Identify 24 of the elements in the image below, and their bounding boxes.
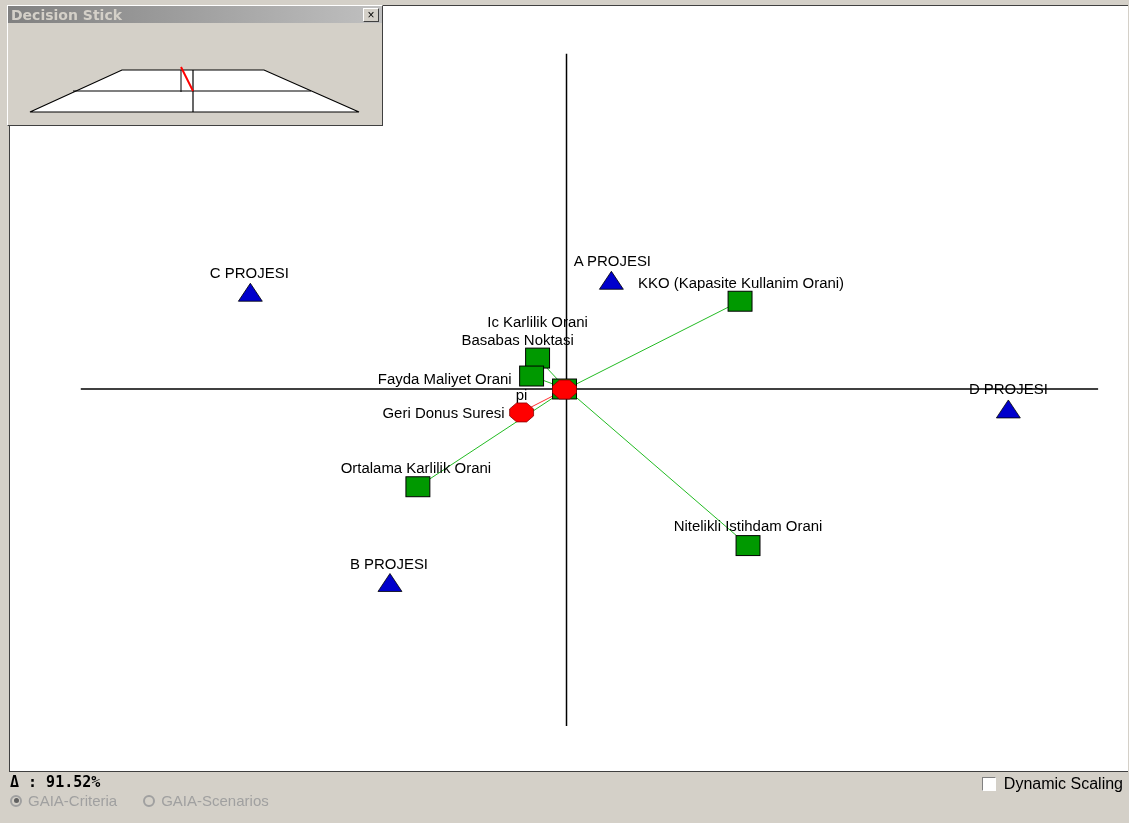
close-button[interactable]: × bbox=[363, 7, 379, 22]
dynamic-scaling-checkbox[interactable]: Dynamic Scaling bbox=[981, 775, 1123, 793]
criterion-square-icon bbox=[727, 290, 753, 312]
scenario-label: A PROJESI bbox=[573, 252, 652, 270]
delta-value: Δ : 91.52% bbox=[10, 773, 102, 791]
scenario-label: C PROJESI bbox=[209, 264, 289, 282]
scenario-triangle-icon bbox=[377, 573, 403, 592]
window-title: Decision Stick bbox=[11, 6, 122, 23]
criterion-label: Ortalama Karlilik Orani bbox=[340, 458, 492, 476]
criterion-label: Nitelikli Istihdam Orani bbox=[673, 516, 823, 534]
criterion-square-icon bbox=[735, 535, 761, 557]
criterion-label: Fayda Maliyet Orani bbox=[377, 370, 512, 387]
origin-marker-icon bbox=[552, 378, 577, 400]
scenario-label: B PROJESI bbox=[349, 554, 429, 572]
criterion-square-icon bbox=[519, 365, 545, 387]
criterion-label: KKO (Kapasite Kullanim Orani) bbox=[638, 274, 845, 292]
checkbox-icon[interactable] bbox=[981, 777, 996, 791]
scenario-triangle-icon bbox=[996, 399, 1021, 419]
criterion-label: Geri Donus Suresi bbox=[382, 403, 505, 421]
scenario-triangle-icon bbox=[599, 270, 624, 290]
pi-label: pi bbox=[515, 385, 528, 403]
criterion-square-icon bbox=[405, 476, 431, 498]
criterion-square-icon bbox=[525, 347, 551, 369]
scenario-triangle-icon bbox=[237, 282, 263, 302]
